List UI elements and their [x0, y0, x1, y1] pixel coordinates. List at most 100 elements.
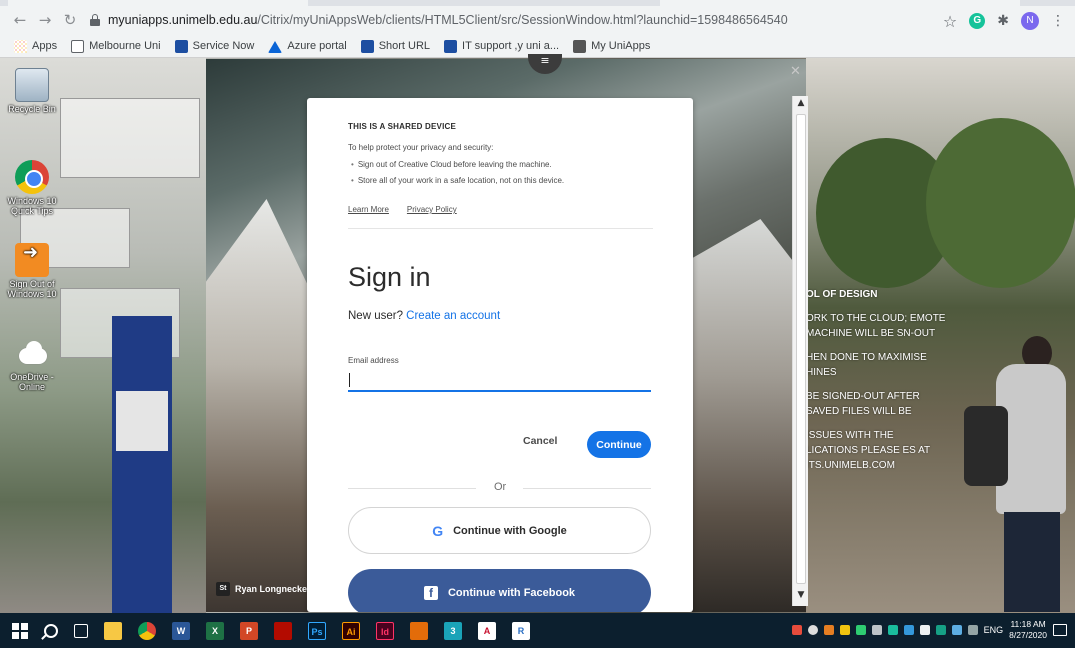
bookmark-short-url[interactable]: Short URL: [360, 39, 430, 53]
tray-app-icon[interactable]: [919, 625, 930, 635]
task-view-icon[interactable]: [74, 624, 88, 638]
new-user-prefix: New user?: [348, 310, 403, 322]
cancel-button[interactable]: Cancel: [523, 435, 557, 447]
bookmark-apps[interactable]: Apps: [14, 39, 57, 53]
browser-tab[interactable]: [8, 0, 308, 6]
matlab-icon[interactable]: [410, 622, 428, 640]
folder-icon: [71, 39, 85, 53]
tray-app-icon[interactable]: [935, 625, 946, 635]
browser-tab[interactable]: [660, 0, 1020, 6]
continue-button[interactable]: Continue: [587, 431, 651, 458]
notification-center-icon[interactable]: [1053, 624, 1067, 636]
system-tray: ENG 11:18 AM 8/27/2020: [791, 619, 1067, 641]
excel-icon[interactable]: X: [206, 622, 224, 640]
profile-avatar[interactable]: N: [1021, 12, 1039, 30]
facebook-icon: f: [423, 585, 438, 600]
back-icon[interactable]: ←: [10, 10, 30, 30]
privacy-policy-link[interactable]: Privacy Policy: [407, 205, 457, 214]
create-account-link[interactable]: Create an account: [406, 310, 500, 322]
list-item: Sign out of Creative Cloud before leavin…: [351, 160, 564, 169]
scrollbar-thumb[interactable]: [796, 114, 806, 584]
word-icon[interactable]: W: [172, 622, 190, 640]
illustrator-icon[interactable]: Ai: [342, 622, 360, 640]
desktop-icon-recycle-bin[interactable]: Recycle Bin: [2, 68, 62, 114]
language-indicator[interactable]: ENG: [984, 625, 1004, 635]
bookmark-my-uniapps[interactable]: My UniApps: [573, 39, 651, 53]
or-label: Or: [494, 481, 507, 493]
onedrive-icon: [15, 336, 49, 370]
powerpoint-icon[interactable]: P: [240, 622, 258, 640]
bookmark-it-support[interactable]: IT support ,y uni a...: [444, 39, 559, 53]
bookmark-melbourne-uni[interactable]: Melbourne Uni: [71, 39, 161, 53]
or-divider: Or: [348, 481, 651, 495]
extensions-icon[interactable]: ✱: [997, 13, 1009, 29]
photo-credit: St Ryan Longnecker: [216, 582, 311, 596]
notice-line: HEN DONE TO MAXIMISE HINES: [806, 352, 927, 378]
scroll-up-icon[interactable]: ▲: [795, 98, 807, 110]
list-item: Store all of your work in a safe locatio…: [351, 176, 564, 185]
acrobat-icon[interactable]: [274, 622, 292, 640]
bookmark-label: Azure portal: [287, 40, 347, 52]
desktop-icon-quick-tips[interactable]: Windows 10 Quick Tips: [2, 160, 62, 216]
notice-line: ISSUES WITH THE LICATIONS PLEASE ES AT I…: [806, 430, 930, 471]
apps-grid-icon: [14, 39, 27, 53]
tray-app-icon[interactable]: [855, 625, 866, 635]
network-icon[interactable]: [951, 625, 962, 635]
r-icon[interactable]: R: [512, 622, 530, 640]
grammarly-extension-icon[interactable]: G: [969, 13, 986, 29]
app-3-icon[interactable]: 3: [444, 622, 462, 640]
reload-icon[interactable]: ↻: [60, 10, 80, 30]
taskbar-clock[interactable]: 11:18 AM 8/27/2020: [1009, 619, 1047, 641]
google-icon: G: [432, 522, 444, 539]
file-explorer-icon[interactable]: [104, 622, 122, 640]
servicenow-icon: [174, 39, 188, 53]
page-title: Sign in: [348, 262, 431, 292]
menu-kebab-icon[interactable]: ⋮: [1051, 13, 1065, 29]
bookmark-star-icon[interactable]: ☆: [943, 12, 957, 31]
bookmark-label: My UniApps: [591, 40, 651, 52]
continue-with-facebook-button[interactable]: f Continue with Facebook: [348, 569, 651, 612]
photoshop-icon[interactable]: Ps: [308, 622, 326, 640]
shorturl-icon: [360, 39, 374, 53]
indesign-icon[interactable]: Id: [376, 622, 394, 640]
scroll-down-icon[interactable]: ▼: [795, 590, 807, 602]
tray-app-icon[interactable]: [807, 625, 818, 635]
address-bar[interactable]: myuniapps.unimelb.edu.au/Citrix/myUniApp…: [86, 10, 986, 32]
bookmark-label: Service Now: [192, 40, 255, 52]
tray-app-icon[interactable]: [887, 625, 898, 635]
chrome-icon: [15, 160, 49, 194]
tray-app-icon[interactable]: [791, 625, 802, 635]
itsupport-icon: [444, 39, 458, 53]
url-text[interactable]: myuniapps.unimelb.edu.au/Citrix/myUniApp…: [108, 13, 788, 27]
bookmark-service-now[interactable]: Service Now: [174, 39, 255, 53]
tray-app-icon[interactable]: [903, 625, 914, 635]
facebook-button-label: Continue with Facebook: [447, 586, 576, 599]
forward-icon[interactable]: →: [35, 10, 55, 30]
tray-app-icon[interactable]: [839, 625, 850, 635]
desktop-icon-onedrive[interactable]: OneDrive - Online: [2, 336, 62, 392]
wallpaper-person: [962, 336, 1075, 616]
email-field[interactable]: [348, 370, 651, 392]
close-icon[interactable]: ✕: [790, 64, 801, 79]
navigation-bar: ← → ↻ myuniapps.unimelb.edu.au/Citrix/my…: [0, 8, 1075, 34]
sign-post: [112, 316, 172, 613]
tray-app-icon[interactable]: [823, 625, 834, 635]
divider: [348, 228, 653, 229]
lock-icon[interactable]: [90, 14, 100, 26]
mountain-right: [692, 219, 806, 612]
windows-start-icon[interactable]: [12, 623, 28, 639]
notice-line: OL OF DESIGN: [806, 289, 878, 300]
bookmark-label: Melbourne Uni: [89, 40, 161, 52]
chrome-icon[interactable]: [138, 622, 156, 640]
continue-with-google-button[interactable]: G Continue with Google: [348, 507, 651, 554]
search-icon[interactable]: [44, 624, 58, 638]
tray-app-icon[interactable]: [871, 625, 882, 635]
access-icon[interactable]: A: [478, 622, 496, 640]
desktop-icon-sign-out[interactable]: Sign Out of Windows 10: [2, 243, 62, 299]
signin-card: THIS IS A SHARED DEVICE To help protect …: [307, 98, 693, 612]
volume-icon[interactable]: [967, 625, 978, 635]
shared-device-title: THIS IS A SHARED DEVICE: [348, 122, 457, 131]
bookmark-azure-portal[interactable]: Azure portal: [268, 40, 347, 53]
learn-more-link[interactable]: Learn More: [348, 205, 389, 214]
scrollbar[interactable]: ▲ ▼: [792, 96, 808, 606]
